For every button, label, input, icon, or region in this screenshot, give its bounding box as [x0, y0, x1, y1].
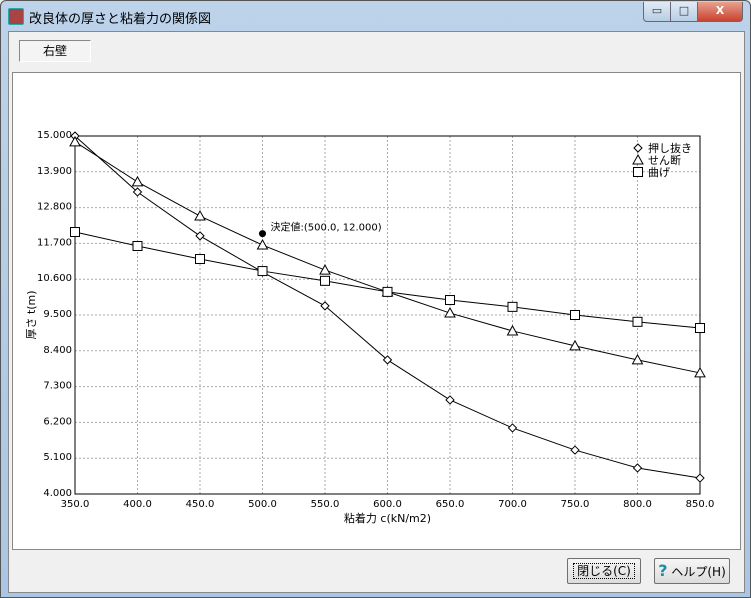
legend-label: 曲げ — [648, 166, 670, 179]
maximize-button[interactable]: □ — [670, 2, 698, 22]
y-tick-label: 8.400 — [43, 345, 72, 356]
x-tick-label: 450.0 — [186, 499, 215, 510]
y-axis-label: 厚さ t(m) — [25, 290, 38, 339]
data-point-square — [632, 316, 643, 327]
data-point-square — [70, 227, 80, 238]
title-bar: 改良体の厚さと粘着力の関係図 ▭ □ X — [1, 1, 751, 31]
data-point-square — [257, 266, 268, 277]
data-point-square — [570, 310, 580, 320]
tab-right-wall[interactable]: 右壁 — [19, 40, 91, 62]
y-tick-label: 10.600 — [37, 273, 72, 284]
x-tick-label: 350.0 — [61, 499, 90, 510]
y-tick-label: 9.500 — [43, 309, 72, 320]
app-icon — [8, 8, 24, 25]
y-tick-label: 12.800 — [37, 202, 72, 213]
decision-point — [259, 230, 266, 238]
legend-marker-circle — [633, 143, 643, 153]
x-tick-label: 550.0 — [311, 499, 340, 510]
x-tick-label: 650.0 — [436, 499, 465, 510]
help-button[interactable]: ? ヘルプ(H) — [654, 558, 730, 584]
x-tick-label: 600.0 — [373, 499, 402, 510]
data-point-square — [507, 301, 518, 312]
data-point-circle — [632, 463, 643, 473]
data-point-circle — [695, 473, 705, 483]
y-tick-label: 13.900 — [37, 166, 72, 177]
data-point-square — [382, 286, 393, 297]
x-tick-label: 750.0 — [561, 499, 590, 510]
window: 改良体の厚さと粘着力の関係図 ▭ □ X 右壁 350.0 400.0 450.0 5… — [0, 0, 751, 598]
y-tick-label: 7.300 — [43, 381, 72, 392]
data-point-triangle — [319, 264, 331, 275]
data-point-square — [132, 241, 143, 252]
legend-marker-square — [633, 167, 643, 177]
client-area: 右壁 350.0 400.0 450.0 500.0 550.0 600.0 650.0 70… — [8, 31, 745, 593]
data-point-circle — [195, 231, 205, 241]
data-point-triangle — [131, 175, 144, 187]
x-tick-label: 400.0 — [123, 499, 152, 510]
window-title: 改良体の厚さと粘着力の関係図 — [29, 12, 212, 27]
data-point-square — [695, 323, 705, 334]
legend-label: 押し抜き — [648, 141, 692, 155]
help-icon: ? — [658, 561, 668, 580]
data-point-circle — [445, 395, 455, 405]
y-tick-label: 6.200 — [43, 416, 72, 427]
close-button[interactable]: 閉じる(C) — [567, 558, 641, 584]
y-tick-label: 15.000 — [37, 130, 72, 141]
y-tick-label: 4.000 — [43, 488, 72, 499]
x-axis-label: 粘着力 c(kN/m2) — [344, 511, 431, 525]
data-point-triangle — [256, 238, 269, 250]
data-point-square — [320, 275, 330, 286]
minimize-button[interactable]: ▭ — [643, 2, 671, 22]
data-point-triangle — [444, 307, 456, 318]
series-line-circle — [74, 135, 701, 479]
decision-point-label: 決定値:(500.0, 12.000) — [271, 221, 382, 234]
data-point-square — [195, 254, 205, 265]
close-button-label: 閉じる(C) — [573, 563, 635, 579]
x-tick-label: 500.0 — [248, 499, 277, 510]
data-point-circle — [507, 423, 518, 433]
close-window-button[interactable]: X — [697, 2, 743, 22]
y-tick-label: 5.100 — [43, 452, 72, 463]
data-point-triangle — [194, 210, 206, 221]
legend-label: せん断 — [648, 153, 681, 167]
legend-marker-triangle — [632, 153, 644, 165]
help-button-label: ヘルプ(H) — [671, 565, 726, 579]
x-tick-label: 700.0 — [498, 499, 527, 510]
x-tick-label: 800.0 — [623, 499, 652, 510]
x-tick-label: 850.0 — [686, 499, 715, 510]
chart-panel: 350.0 400.0 450.0 500.0 550.0 600.0 650.0 700.0… — [12, 72, 741, 550]
y-tick-label: 11.700 — [37, 237, 72, 248]
data-point-circle — [570, 445, 580, 455]
chart: 350.0 400.0 450.0 500.0 550.0 600.0 650.0 700.0… — [25, 130, 715, 525]
data-point-square — [445, 295, 455, 306]
